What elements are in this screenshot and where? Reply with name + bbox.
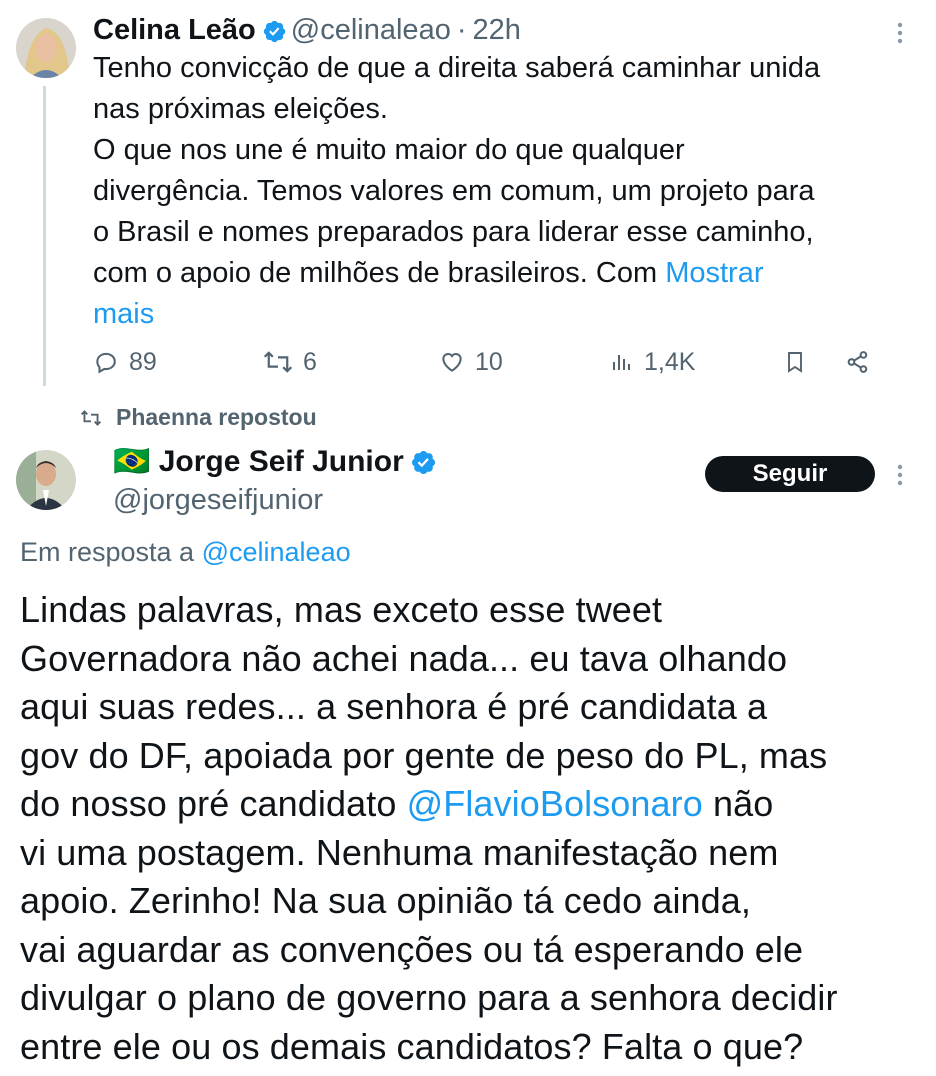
author-handle[interactable]: @celinaleao xyxy=(291,14,451,46)
tweet1-line: O que nos une é muito maior do que qualq… xyxy=(93,134,685,166)
avatar-jorge[interactable] xyxy=(16,450,76,510)
more-icon xyxy=(897,464,903,486)
tweet2-line: Governadora não achei nada... eu tava ol… xyxy=(20,637,788,679)
reply-count: 89 xyxy=(129,347,157,376)
tweet2-line-text: do nosso pré candidato xyxy=(20,783,397,824)
tweet2-line: gov do DF, apoiada por gente de peso do … xyxy=(20,734,828,776)
follow-button[interactable]: Seguir xyxy=(705,456,875,492)
retweet-icon xyxy=(263,351,293,373)
tweet1-actions: 89 6 10 1,4K xyxy=(93,340,883,384)
share-button[interactable] xyxy=(845,340,881,384)
tweet2-line: divulgar o plano de governo para a senho… xyxy=(20,977,838,1018)
tweet2-line-text: não xyxy=(712,783,774,824)
retweet-icon xyxy=(80,409,102,426)
separator: · xyxy=(456,14,467,46)
tweet2-line: do nosso pré candidato @FlavioBolsonaro … xyxy=(20,780,920,829)
author-handle[interactable]: @jorgeseifjunior xyxy=(113,480,323,520)
tweet-time[interactable]: 22h xyxy=(473,14,521,46)
author-name[interactable]: Jorge Seif Junior xyxy=(159,445,404,478)
tweet1-line: Tenho convicção de que a direita saberá … xyxy=(93,52,821,84)
reply-icon xyxy=(96,352,116,374)
tweet2-line: apoio. Zerinho! Na sua opinião tá cedo a… xyxy=(20,880,752,921)
like-icon xyxy=(442,353,462,372)
reply-button[interactable]: 89 xyxy=(93,340,157,384)
views-button[interactable]: 1,4K xyxy=(610,340,695,384)
repost-label[interactable]: Phaenna repostou xyxy=(80,404,317,431)
tweet2-line: Lindas palavras, mas exceto esse tweet xyxy=(20,589,663,630)
thread-line xyxy=(43,86,46,386)
avatar-celina[interactable] xyxy=(16,18,76,78)
tweet1-line: nas próximas eleições. xyxy=(93,93,388,125)
mention-link[interactable]: @FlavioBolsonaro xyxy=(407,783,703,824)
views-count: 1,4K xyxy=(644,347,696,376)
tweet2-text: Lindas palavras, mas exceto esse tweet G… xyxy=(20,586,920,1071)
more-button[interactable] xyxy=(888,460,912,495)
reply-context: Em resposta a @celinaleao xyxy=(20,533,351,571)
more-icon xyxy=(897,22,903,44)
repost-text: Phaenna repostou xyxy=(116,404,317,430)
show-more-link-cont[interactable]: mais xyxy=(93,298,154,330)
author-name[interactable]: Celina Leão xyxy=(93,14,256,46)
flag-icon: 🇧🇷 xyxy=(113,445,151,478)
share-icon xyxy=(847,351,868,373)
bookmark-button[interactable] xyxy=(783,340,817,384)
reply-handle-link[interactable]: @celinaleao xyxy=(202,537,351,567)
retweet-count: 6 xyxy=(303,347,317,376)
like-count: 10 xyxy=(475,347,503,376)
tweet2-line: vi uma postagem. Nenhuma manifestação ne… xyxy=(20,831,779,873)
tweet1-line-text: com o apoio de milhões de brasileiros. C… xyxy=(93,257,658,289)
like-button[interactable]: 10 xyxy=(439,340,503,384)
tweet2-line: vai aguardar as convenções ou tá esperan… xyxy=(20,928,804,970)
show-more-link[interactable]: Mostrar xyxy=(665,257,763,289)
tweet1-line: o Brasil e nomes preparados para liderar… xyxy=(93,216,814,248)
tweet1-line: divergência. Temos valores em comum, um … xyxy=(93,175,815,207)
reply-prefix: Em resposta a xyxy=(20,537,195,567)
verified-badge-icon xyxy=(410,447,437,487)
tweet1-line-last: com o apoio de milhões de brasileiros. C… xyxy=(93,253,913,294)
views-icon xyxy=(613,355,630,370)
tweet1-text: Tenho convicção de que a direita saberá … xyxy=(93,48,913,335)
tweet2-line: entre ele ou os demais candidatos? Falta… xyxy=(20,1025,804,1067)
bookmark-icon xyxy=(788,352,802,373)
retweet-button[interactable]: 6 xyxy=(263,340,317,384)
tweet2-line: aqui suas redes... a senhora é pré candi… xyxy=(20,686,768,727)
